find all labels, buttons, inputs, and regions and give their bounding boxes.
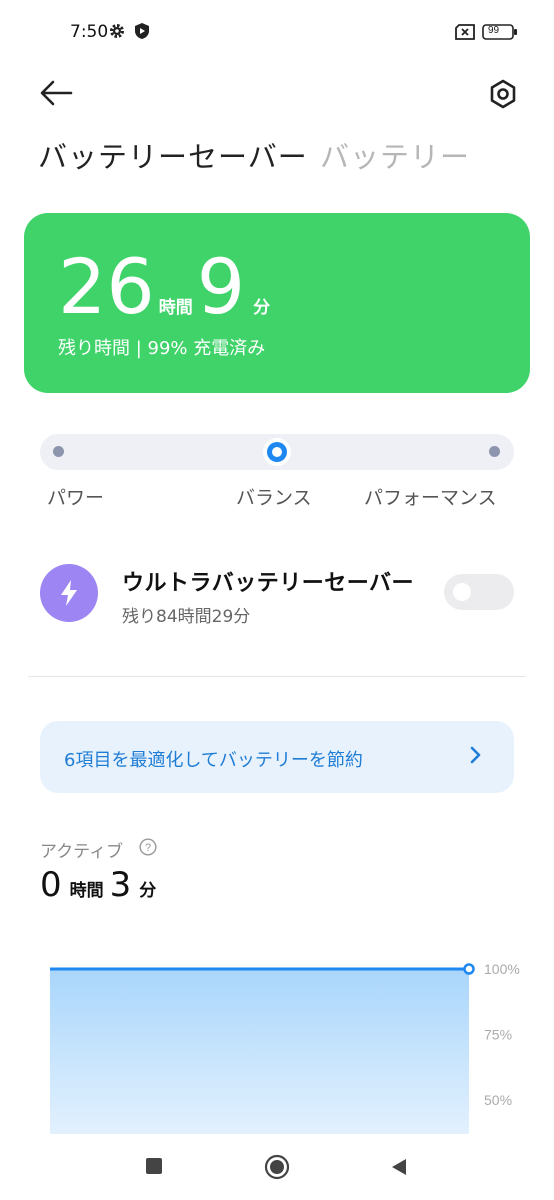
navigation-bar	[0, 1134, 554, 1200]
remaining-time-card: 26 時間9 分 残り時間 | 99% 充電済み	[24, 213, 530, 393]
active-minutes: 3	[109, 865, 132, 905]
battery-indicator: 99	[482, 24, 518, 40]
ultra-saver-title: ウルトラバッテリーセーバー	[122, 571, 415, 596]
battery-level: 99	[488, 25, 500, 36]
hours-value: 26	[58, 242, 155, 331]
y-tick-label: 75%	[484, 1027, 512, 1043]
status-time: 7:50	[70, 22, 109, 42]
shield-icon	[135, 23, 149, 39]
no-sim-icon	[455, 24, 475, 40]
optimize-banner[interactable]: 6項目を最適化してバッテリーを節約	[40, 721, 514, 793]
divider	[28, 676, 526, 677]
home-icon[interactable]	[264, 1154, 290, 1180]
active-time: 0 時間 3 分	[40, 865, 156, 905]
svg-text:?: ?	[145, 842, 151, 854]
slider-dot-performance[interactable]	[489, 446, 500, 457]
toggle-knob	[453, 583, 471, 601]
remaining-time: 26 時間9 分	[58, 249, 270, 325]
recents-icon[interactable]	[146, 1158, 162, 1174]
lightning-icon	[40, 564, 98, 622]
optimize-text: 6項目を最適化してバッテリーを節約	[64, 750, 363, 771]
y-tick-label: 100%	[484, 961, 520, 977]
minutes-unit: 分	[253, 298, 271, 318]
tab-battery-saver[interactable]: バッテリーセーバー	[38, 134, 308, 176]
remaining-subtitle: 残り時間 | 99% 充電済み	[58, 338, 266, 359]
mode-label-performance[interactable]: パフォーマンス	[364, 483, 497, 510]
back-arrow-icon[interactable]	[38, 78, 74, 108]
gear-icon	[110, 24, 124, 38]
chevron-right-icon	[470, 746, 481, 764]
active-minutes-unit: 分	[139, 881, 157, 901]
slider-knob-balance[interactable]	[263, 438, 291, 466]
slider-dot-power[interactable]	[53, 446, 64, 457]
active-hours-unit: 時間	[69, 881, 104, 901]
help-icon[interactable]: ?	[139, 838, 157, 856]
back-triangle-icon[interactable]	[390, 1157, 408, 1177]
ultra-saver-subtitle: 残り84時間29分	[122, 607, 251, 627]
mode-label-balance[interactable]: バランス	[236, 483, 312, 510]
series-area	[50, 969, 469, 1135]
battery-level-chart: 100% 75% 50%	[50, 961, 520, 1135]
active-hours: 0	[40, 865, 62, 905]
series-end-point	[463, 963, 475, 975]
tab-battery[interactable]: バッテリー	[320, 134, 470, 176]
active-label: アクティブ	[40, 842, 124, 862]
minutes-value: 9	[196, 242, 246, 331]
y-tick-label: 50%	[484, 1092, 512, 1108]
settings-icon[interactable]	[485, 76, 521, 112]
hours-unit: 時間	[158, 298, 193, 318]
mode-label-power[interactable]: パワー	[47, 483, 104, 510]
